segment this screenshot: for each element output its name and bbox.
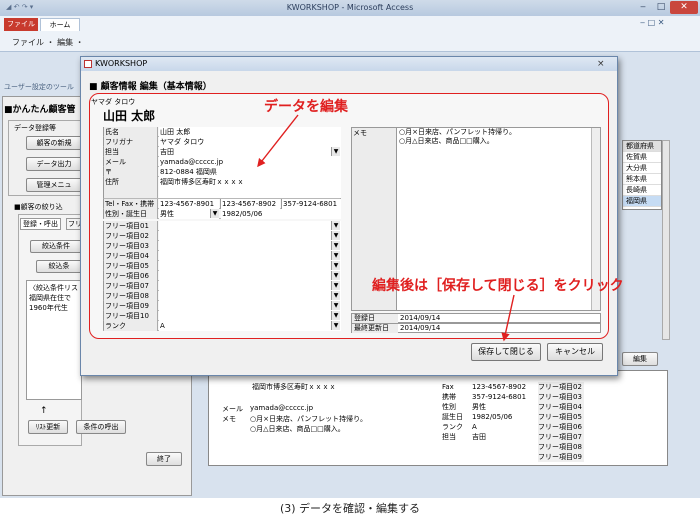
caption: (3) データを確認・編集する <box>279 502 421 515</box>
arrow-to-fields <box>257 114 299 168</box>
annotation-arrows <box>257 114 515 342</box>
arrow-to-save-button <box>501 294 515 342</box>
